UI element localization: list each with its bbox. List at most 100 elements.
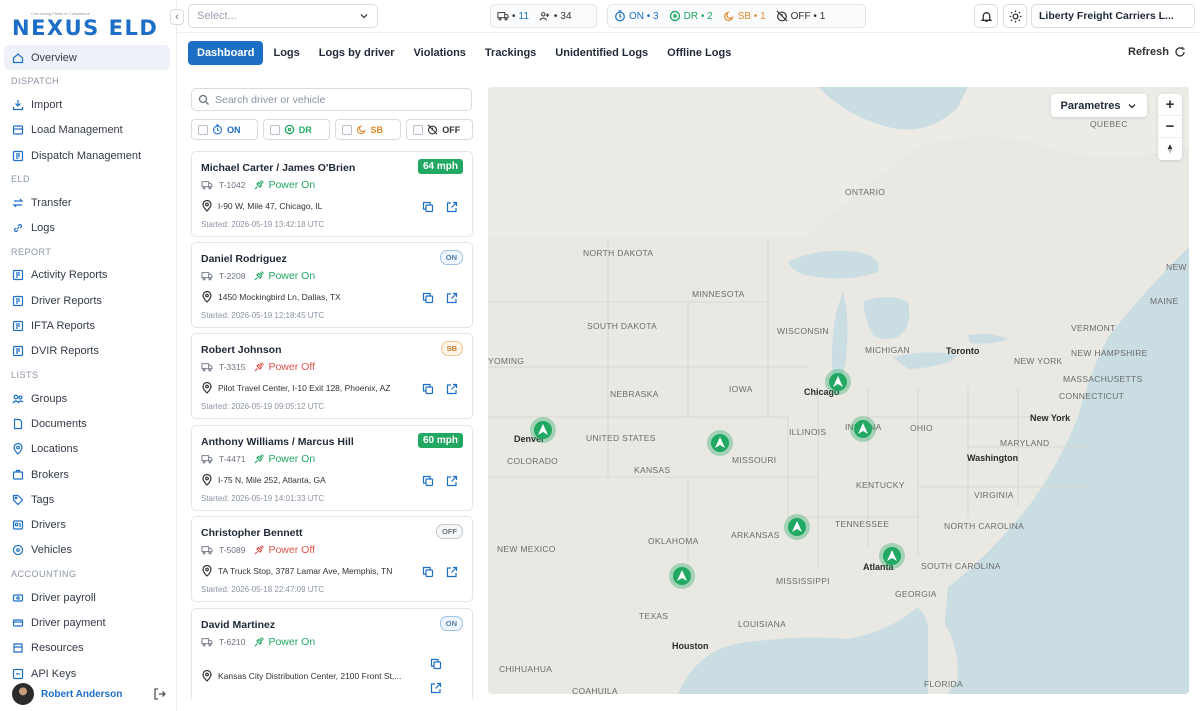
brand-logo[interactable]: Connecting Fleets to Compliance NEXUS EL… [12,10,167,40]
tab-dashboard[interactable]: Dashboard [188,41,264,65]
logout-icon[interactable] [153,687,167,701]
tab-offline-logs[interactable]: Offline Logs [658,41,740,65]
filter-sb[interactable]: SB [334,119,402,140]
copy-icon[interactable] [422,383,434,395]
sidebar-item-brokers[interactable]: Brokers [4,462,170,487]
status-badge: ON [439,616,463,631]
sidebar-item-vehicles[interactable]: Vehicles [4,538,170,563]
zoom-in-button[interactable]: + [1158,94,1182,116]
user-profile[interactable]: Robert Anderson [12,682,167,706]
external-link-icon[interactable] [430,682,442,694]
sidebar-item-driver-payroll[interactable]: Driver payroll [4,585,170,610]
api-key-icon [12,668,24,680]
external-link-icon[interactable] [446,292,458,304]
filter-off[interactable]: OFF [406,119,473,140]
sidebar-item-label: Load Management [31,124,123,137]
driver-address: TA Truck Stop, 3787 Lamar Ave, Memphis, … [201,565,411,577]
sidebar-item-dispatch-management[interactable]: Dispatch Management [4,143,170,168]
tab-trackings[interactable]: Trackings [476,41,545,65]
filter-dr[interactable]: DR [262,119,330,140]
vehicle-meta: T-2208 Power On [201,270,315,282]
copy-icon[interactable] [422,292,434,304]
tab-unidentified-logs[interactable]: Unidentified Logs [546,41,657,65]
sidebar-item-activity-reports[interactable]: Activity Reports [4,263,170,288]
chevron-down-icon [360,14,368,19]
reset-north-button[interactable] [1158,138,1182,160]
driver-select[interactable]: Select... [188,4,378,28]
sidebar-item-drivers[interactable]: Drivers [4,512,170,537]
driver-card[interactable]: David Martinez ON T-6210 Power On Kansas… [191,608,473,699]
sidebar-item-label: Vehicles [31,544,72,557]
vehicle-count[interactable]: • 11 [497,10,529,22]
location-pin-icon [202,200,212,212]
sidebar-item-tags[interactable]: Tags [4,487,170,512]
external-link-icon[interactable] [446,566,458,578]
sidebar-item-driver-reports[interactable]: Driver Reports [4,288,170,313]
sidebar-item-driver-payment[interactable]: Driver payment [4,610,170,635]
filter-checkbox[interactable] [198,124,208,135]
tab-violations[interactable]: Violations [405,41,475,65]
filter-checkbox[interactable] [341,124,352,135]
driver-card[interactable]: Robert Johnson SB T-3315 Power Off Pilot… [191,333,473,419]
address-text: Pilot Travel Center, I-10 Exit 128, Phoe… [218,383,391,393]
sidebar-item-locations[interactable]: Locations [4,437,170,462]
tab-logs[interactable]: Logs [264,41,308,65]
vehicle-marker[interactable] [784,514,810,540]
tab-logs-by-driver[interactable]: Logs by driver [310,41,404,65]
sidebar-item-dvir-reports[interactable]: DVIR Reports [4,339,170,364]
vehicle-marker[interactable] [669,563,695,589]
tag-icon [12,494,24,506]
sidebar-item-load-management[interactable]: Load Management [4,118,170,143]
vehicle-marker[interactable] [850,416,876,442]
map-label-new-york: NEW YORK [1014,356,1063,366]
driver-count[interactable]: • 34 [539,10,572,22]
company-select[interactable]: Liberty Freight Carriers L... [1031,4,1195,28]
external-link-icon[interactable] [446,475,458,487]
filter-on[interactable]: ON [191,119,258,140]
copy-icon[interactable] [422,201,434,213]
driver-search-input[interactable]: Search driver or vehicle [191,88,472,111]
map-label-florida: FLORIDA [924,679,963,689]
fleet-map[interactable]: QUEBEC ONTARIO NORTH DAKOTA MINNESOTA SO… [488,87,1189,694]
status-dr-count[interactable]: DR • 2 [669,10,713,22]
sidebar-item-resources[interactable]: Resources [4,636,170,661]
sidebar-item-label: Driver payment [31,616,106,629]
sidebar-item-groups[interactable]: Groups [4,386,170,411]
copy-icon[interactable] [422,475,434,487]
sidebar-item-logs[interactable]: Logs [4,215,170,240]
sidebar-item-import[interactable]: Import [4,92,170,117]
driver-card[interactable]: Daniel Rodriguez ON T-2208 Power On 1450… [191,242,473,328]
vehicle-marker[interactable] [530,417,556,443]
filter-checkbox[interactable] [269,124,280,135]
notifications-button[interactable] [974,4,998,28]
sidebar-item-ifta-reports[interactable]: IFTA Reports [4,313,170,338]
vehicle-marker[interactable] [879,543,905,569]
external-link-icon[interactable] [446,201,458,213]
vehicle-marker[interactable] [707,430,733,456]
driver-card[interactable]: Michael Carter / James O'Brien 64 mph T-… [191,151,473,237]
map-label-nebraska: NEBRASKA [610,389,659,399]
vehicle-marker[interactable] [825,369,851,395]
load-icon [12,124,24,136]
filter-checkbox[interactable] [413,124,424,135]
sidebar-item-documents[interactable]: Documents [4,411,170,436]
power-status: Power On [253,453,315,465]
theme-toggle-button[interactable] [1003,4,1027,28]
map-city-new-york: New York [1030,413,1071,423]
refresh-button[interactable]: Refresh [1128,46,1186,58]
sidebar-item-overview[interactable]: Overview [4,45,170,71]
external-link-icon[interactable] [446,383,458,395]
copy-icon[interactable] [430,658,442,670]
sidebar-collapse-button[interactable]: ‹ [170,9,184,25]
driver-card[interactable]: Christopher Bennett OFF T-5089 Power Off… [191,516,473,602]
sidebar-item-label: Logs [31,222,55,235]
copy-icon[interactable] [422,566,434,578]
status-off-count[interactable]: OFF • 1 [776,10,825,22]
zoom-out-button[interactable]: − [1158,116,1182,138]
map-parameters-button[interactable]: Parametres [1051,94,1147,117]
sidebar-item-label: Locations [31,443,79,456]
status-on-count[interactable]: ON • 3 [614,10,659,22]
driver-card[interactable]: Anthony Williams / Marcus Hill 60 mph T-… [191,425,473,511]
status-sb-count[interactable]: SB • 1 [723,10,766,22]
sidebar-item-transfer[interactable]: Transfer [4,190,170,215]
